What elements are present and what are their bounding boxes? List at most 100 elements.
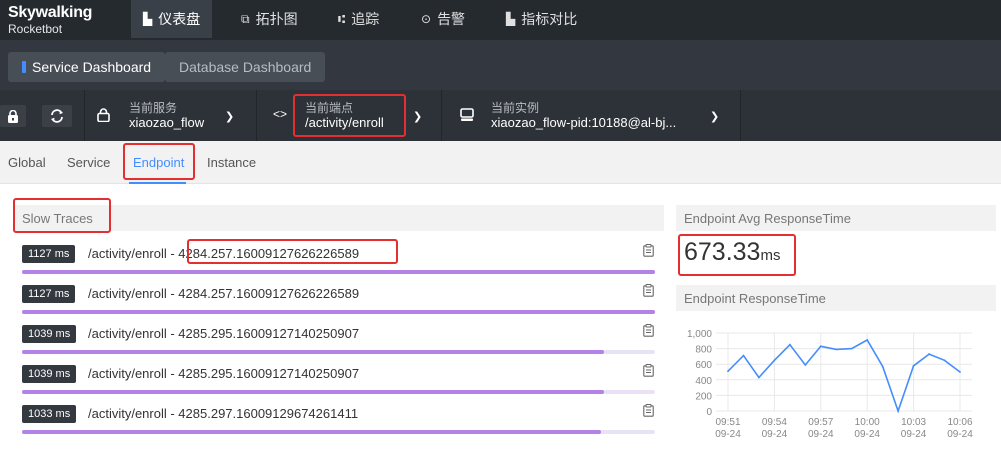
trace-name[interactable]: /activity/enroll - 4285.295.160091271402… (88, 326, 359, 341)
response-time-point (804, 364, 807, 366)
trace-duration-bar (22, 270, 655, 274)
response-time-point (850, 347, 853, 350)
tab-instance[interactable]: Instance (207, 155, 256, 170)
nav-item-1[interactable]: ⧉ 拓扑图 (229, 0, 310, 38)
trace-duration-bar-fill (22, 390, 605, 394)
x-tick-time: 09:54 (762, 417, 787, 428)
tab-service[interactable]: Service (67, 155, 110, 170)
service-selector[interactable]: 当前服务 xiaozao_flow ❯ (85, 90, 257, 141)
trace-row[interactable]: 1039 ms/activity/enroll - 4285.295.16009… (22, 364, 662, 404)
x-tick-time: 10:00 (855, 417, 880, 428)
dashboard-tab-label: Database Dashboard (179, 59, 312, 75)
lock-button[interactable] (0, 105, 26, 127)
nav-item-3[interactable]: ⊙ 告警 (409, 0, 477, 38)
nav-item-label: 追踪 (351, 11, 380, 27)
code-icon: <> (273, 107, 288, 121)
alarm-icon: ⊙ (421, 12, 432, 26)
refresh-button[interactable] (42, 105, 72, 127)
trace-name[interactable]: /activity/enroll - 4284.257.160091276262… (88, 286, 359, 301)
instance-value: xiaozao_flow-pid:10188@al-bj... (491, 115, 677, 130)
dashboard-tab-label: Service Dashboard (32, 59, 152, 75)
clipboard-icon[interactable] (643, 364, 654, 380)
response-time-chart: 1,000800600400200009:5109-2409:5409-2409… (687, 329, 973, 440)
toolbar-actions (0, 90, 85, 141)
trace-duration-badge: 1033 ms (22, 405, 77, 423)
clipboard-icon[interactable] (643, 324, 654, 340)
nav-item-label: 告警 (437, 11, 466, 27)
y-tick-label: 400 (695, 376, 712, 387)
trace-name[interactable]: /activity/enroll - 4285.297.160091296742… (88, 406, 358, 421)
x-tick-time: 10:03 (901, 417, 926, 428)
highlight-box (187, 239, 398, 264)
x-tick-date: 09-24 (854, 429, 880, 440)
highlight-box (293, 94, 406, 137)
response-time-point (928, 353, 930, 355)
service-label: 当前服务 (129, 101, 178, 115)
response-time-point (943, 359, 946, 362)
x-tick-time: 10:06 (947, 417, 972, 428)
y-tick-label: 0 (706, 407, 712, 418)
x-tick-date: 09-24 (762, 429, 788, 440)
trace-duration-badge: 1039 ms (22, 325, 77, 343)
top-nav: Skywalking Rocketbot ▙ 仪表盘 ⧉ 拓扑图 ⑆ 追踪 ⊙ 告警 ▙ 指标对比 (0, 0, 1001, 40)
dashboard-tab-database[interactable]: Database Dashboard (165, 52, 326, 82)
refresh-icon (51, 109, 63, 123)
instance-selector[interactable]: 当前实例 xiaozao_flow-pid:10188@al-bj... ❯ (442, 90, 741, 141)
chevron-down-icon: ❯ (710, 111, 720, 123)
trace-duration-bar (22, 390, 655, 394)
trace-row[interactable]: 1039 ms/activity/enroll - 4285.295.16009… (22, 324, 662, 364)
nav-item-label: 指标对比 (521, 11, 578, 27)
trace-icon: ⑆ (338, 12, 346, 26)
response-time-point (758, 376, 760, 379)
response-time-point (727, 370, 729, 373)
dashboard-bar: Service Dashboard Database Dashboard (0, 40, 1001, 90)
server-icon (460, 108, 474, 121)
trace-duration-bar-fill (22, 350, 605, 354)
trace-name[interactable]: /activity/enroll - 4285.295.160091271402… (88, 366, 359, 381)
nav-item-0[interactable]: ▙ 仪表盘 (131, 0, 213, 38)
nav-item-2[interactable]: ⑆ 追踪 (326, 0, 391, 38)
x-tick-time: 09:51 (715, 417, 740, 428)
dashboard-tab-service[interactable]: Service Dashboard (8, 52, 166, 82)
tab-active-indicator (129, 182, 186, 184)
clipboard-icon[interactable] (643, 404, 654, 420)
nav-item-4[interactable]: ▙ 指标对比 (494, 0, 589, 38)
clipboard-icon[interactable] (643, 244, 654, 260)
trace-duration-bar (22, 350, 655, 354)
response-time-point (788, 343, 791, 346)
response-time-point (959, 371, 961, 373)
trace-row[interactable]: 1033 ms/activity/enroll - 4285.297.16009… (22, 404, 662, 444)
x-tick-date: 09-24 (947, 429, 973, 440)
y-tick-label: 800 (695, 345, 712, 356)
app-name: Skywalking (8, 4, 93, 21)
selector-toolbar: 当前服务 xiaozao_flow ❯ <> 当前端点 /activity/en… (0, 90, 1001, 141)
response-time-point (912, 364, 915, 367)
trace-duration-bar (22, 310, 655, 314)
slow-traces-title: Slow Traces (14, 205, 664, 231)
topology-icon: ⧉ (241, 11, 250, 26)
trace-duration-bar (22, 430, 655, 434)
y-tick-label: 600 (695, 360, 712, 371)
nav-item-label: 仪表盘 (158, 11, 201, 27)
x-tick-time: 09:57 (808, 417, 833, 428)
chevron-down-icon: ❯ (413, 111, 423, 123)
y-tick-label: 1,000 (687, 329, 712, 340)
avg-response-title: Endpoint Avg ResponseTime (676, 205, 996, 231)
app-subtitle: Rocketbot (8, 22, 63, 36)
trace-row[interactable]: 1127 ms/activity/enroll - 4284.257.16009… (22, 284, 662, 324)
response-time-point (742, 354, 745, 357)
trace-duration-badge: 1039 ms (22, 365, 77, 383)
response-time-title: Endpoint ResponseTime (676, 285, 996, 311)
tab-global[interactable]: Global (8, 155, 46, 170)
service-value: xiaozao_flow (129, 115, 205, 130)
response-time-point (881, 365, 884, 368)
response-time-point (897, 410, 900, 412)
tab-bar: Global Service Endpoint Instance (0, 141, 1001, 184)
response-time-point (835, 348, 838, 351)
x-tick-date: 09-24 (715, 429, 741, 440)
response-time-line (727, 338, 961, 414)
compare-icon: ▙ (506, 12, 516, 26)
lock-icon (8, 109, 18, 123)
app-logo: Skywalking Rocketbot (8, 4, 92, 36)
clipboard-icon[interactable] (643, 284, 654, 300)
